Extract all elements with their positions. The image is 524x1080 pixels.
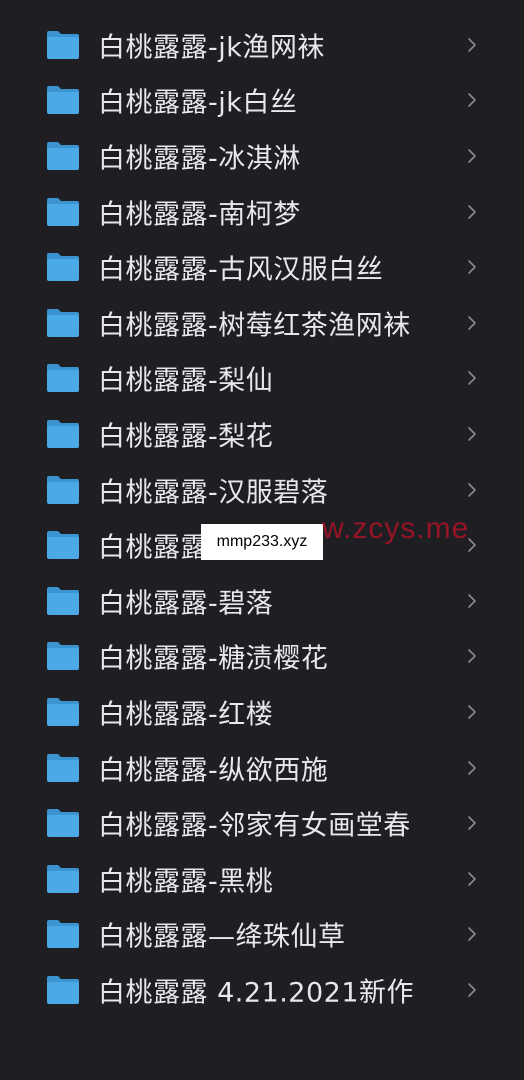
folder-name: 白桃露露-梨仙 xyxy=(98,365,274,397)
folder-name: 白桃露露-南柯梦 xyxy=(98,199,301,231)
folder-row[interactable]: 白桃露露-冰淇淋 xyxy=(0,128,524,184)
folder-name: 白桃露露-红楼 xyxy=(98,699,274,731)
folder-name: 白桃露露-汉服碧落 xyxy=(98,477,329,509)
folder-name: 白桃露露-树莓红茶渔网袜 xyxy=(98,310,411,342)
chevron-right-icon[interactable] xyxy=(466,258,478,276)
folder-name: 白桃露露-梨花 xyxy=(98,421,274,453)
folder-row[interactable]: 白桃露露-jk白丝 xyxy=(0,73,524,129)
folder-row[interactable]: 白桃露露-梨花 xyxy=(0,406,524,462)
chevron-right-icon[interactable] xyxy=(466,91,478,109)
folder-name: 白桃露露-碧落 xyxy=(98,588,274,620)
folder-name: 白桃露露-邻家有女画堂春 xyxy=(98,810,411,842)
folder-name: 白桃露露-jk白丝 xyxy=(98,87,298,119)
folder-icon xyxy=(45,585,81,617)
folder-icon xyxy=(45,974,81,1006)
folder-row[interactable]: 白桃露露-红楼 xyxy=(0,684,524,740)
folder-row[interactable]: 白桃露露-南柯梦 xyxy=(0,184,524,240)
chevron-right-icon[interactable] xyxy=(466,647,478,665)
chevron-right-icon[interactable] xyxy=(466,36,478,54)
folder-icon xyxy=(45,640,81,672)
folder-icon xyxy=(45,140,81,172)
folder-name: 白桃露露—绛珠仙草 xyxy=(98,921,346,953)
folder-row[interactable]: 白桃露露-纵欲西施 xyxy=(0,740,524,796)
chevron-right-icon[interactable] xyxy=(466,703,478,721)
folder-icon xyxy=(45,863,81,895)
folder-icon xyxy=(45,474,81,506)
folder-name: 白桃露露-冰淇淋 xyxy=(98,143,301,175)
folder-icon xyxy=(45,752,81,784)
folder-icon xyxy=(45,418,81,450)
folder-icon xyxy=(45,307,81,339)
folder-icon xyxy=(45,918,81,950)
chevron-right-icon[interactable] xyxy=(466,759,478,777)
folder-row[interactable]: 白桃露露 4.21.2021新作 xyxy=(0,962,524,1018)
chevron-right-icon[interactable] xyxy=(466,369,478,387)
chevron-right-icon[interactable] xyxy=(466,147,478,165)
folder-name: 白桃露露-jk渔网袜 xyxy=(98,32,325,64)
watermark-text: w.zcys.me xyxy=(322,512,470,545)
chevron-right-icon[interactable] xyxy=(466,203,478,221)
chevron-right-icon[interactable] xyxy=(466,814,478,832)
folder-icon xyxy=(45,29,81,61)
folder-name: 白桃露露-纵欲西施 xyxy=(98,755,329,787)
chevron-right-icon[interactable] xyxy=(466,314,478,332)
folder-row[interactable]: 白桃露露-汉服碧落 xyxy=(0,462,524,518)
chevron-right-icon[interactable] xyxy=(466,981,478,999)
chevron-right-icon[interactable] xyxy=(466,592,478,610)
chevron-right-icon[interactable] xyxy=(466,925,478,943)
folder-icon xyxy=(45,696,81,728)
watermark-box: mmp233.xyz xyxy=(201,524,323,560)
folder-row[interactable]: 白桃露露-碧落 xyxy=(0,573,524,629)
folder-row[interactable]: 白桃露露-古风汉服白丝 xyxy=(0,239,524,295)
chevron-right-icon[interactable] xyxy=(466,870,478,888)
folder-icon xyxy=(45,529,81,561)
folder-row[interactable]: 白桃露露-jk渔网袜 xyxy=(0,17,524,73)
folder-icon xyxy=(45,84,81,116)
folder-icon xyxy=(45,807,81,839)
folder-row[interactable]: 白桃露露-邻家有女画堂春 xyxy=(0,795,524,851)
folder-icon xyxy=(45,362,81,394)
folder-row[interactable]: 白桃露露-树莓红茶渔网袜 xyxy=(0,295,524,351)
folder-row[interactable]: 白桃露露-糖渍樱花 xyxy=(0,629,524,685)
chevron-right-icon[interactable] xyxy=(466,481,478,499)
folder-icon xyxy=(45,196,81,228)
folder-row[interactable]: 白桃露露-梨仙 xyxy=(0,351,524,407)
chevron-right-icon[interactable] xyxy=(466,425,478,443)
folder-name: 白桃露露-古风汉服白丝 xyxy=(98,254,384,286)
folder-row[interactable]: 白桃露露-黑桃 xyxy=(0,851,524,907)
folder-name: 白桃露露 xyxy=(98,532,208,564)
folder-name: 白桃露露 4.21.2021新作 xyxy=(98,977,414,1009)
folder-icon xyxy=(45,251,81,283)
folder-name: 白桃露露-黑桃 xyxy=(98,866,274,898)
folder-row[interactable]: 白桃露露—绛珠仙草 xyxy=(0,907,524,963)
folder-name: 白桃露露-糖渍樱花 xyxy=(98,643,329,675)
